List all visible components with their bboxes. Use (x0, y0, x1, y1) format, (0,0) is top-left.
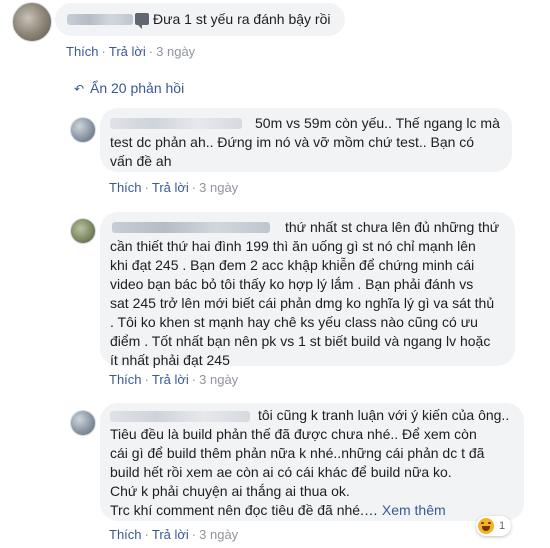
reply-bubble: thứ nhất st chưa lên đủ những thứ cần th… (100, 212, 515, 368)
reply-link[interactable]: Trả lời (109, 44, 146, 59)
reply-text-line: cái gì để build thêm phản nữa k nhé..nhữ… (110, 445, 485, 461)
like-link[interactable]: Thích (109, 527, 142, 542)
redacted-name (112, 222, 270, 233)
reply-link[interactable]: Trả lời (152, 180, 189, 195)
reply-actions: Thích · Trả lời · 3 ngày (109, 527, 239, 542)
hide-replies-link[interactable]: ↶ Ẩn 20 phản hồi (74, 80, 184, 96)
messenger-icon (135, 13, 149, 29)
hide-replies-label: Ẩn 20 phản hồi (90, 80, 185, 96)
like-link[interactable]: Thích (66, 44, 99, 59)
comment-bubble: Đưa 1 st yếu ra đánh bậy rồi (55, 3, 345, 36)
reaction-count: 1 (499, 520, 506, 532)
reply-text-line: Chứ k phải chuyện ai thắng ai thua ok. (110, 483, 350, 499)
reply-text-line: tôi cũng k tranh luận với ý kiến của ông… (258, 407, 510, 423)
reply-link[interactable]: Trả lời (152, 372, 189, 387)
comment-actions: Thích · Trả lời · 3 ngày (66, 44, 196, 59)
like-link[interactable]: Thích (109, 372, 142, 387)
comment-text: Đưa 1 st yếu ra đánh bậy rồi (153, 11, 331, 27)
reply-text-line: Tiêu đều là build phản thế đã được chưa … (110, 426, 477, 442)
see-more-link[interactable]: Xem thêm (382, 502, 446, 518)
redacted-name (110, 118, 242, 129)
like-link[interactable]: Thích (109, 180, 142, 195)
reply-actions: Thích · Trả lời · 3 ngày (109, 180, 239, 195)
timestamp[interactable]: 3 ngày (199, 372, 238, 387)
reply-text-line: vấn đề ah (110, 153, 172, 169)
reply-link[interactable]: Trả lời (152, 527, 189, 542)
timestamp[interactable]: 3 ngày (199, 180, 238, 195)
reply-text-line: ít nhất phải đạt 245 (110, 352, 230, 368)
reply-text-line: cần thiết thứ hai đình 199 thì ăn uống g… (110, 238, 476, 254)
reply-text-line: 50m vs 59m còn yếu.. Thế ngang lc mà (255, 115, 500, 131)
reply-avatar[interactable] (70, 218, 96, 244)
reply-avatar[interactable] (70, 117, 96, 143)
reply-text-line: test dc phản ah.. Đứng im nó và vỡ mồm c… (110, 134, 475, 150)
haha-reaction-icon (478, 518, 494, 534)
reply-bubble: 50m vs 59m còn yếu.. Thế ngang lc mà tes… (100, 108, 512, 172)
reply-text-line: sat 245 trở lên mới biết cái phản dmg ko… (110, 295, 495, 311)
redacted-name (67, 14, 133, 25)
timestamp[interactable]: 3 ngày (156, 44, 195, 59)
reply-avatar[interactable] (70, 410, 96, 436)
timestamp[interactable]: 3 ngày (199, 527, 238, 542)
reply-actions: Thích · Trả lời · 3 ngày (109, 372, 239, 387)
reply-text-line: Trc khí comment nên đọc tiêu đề đã nhé.… (110, 502, 378, 518)
reply-text-line: . Tôi ko khen st mạnh hay chê ks yếu cla… (110, 314, 478, 330)
reply-text-line: khi đạt 245 . Bạn đem 2 acc khập khiễn đ… (110, 257, 475, 273)
reply-text-line: video bạn bác bỏ tôi thấy ko hợp lý lắm … (110, 276, 474, 292)
commenter-avatar[interactable] (12, 2, 52, 42)
reply-arrow-icon: ↶ (74, 82, 85, 96)
reply-text-line: thứ nhất st chưa lên đủ những thứ (285, 219, 500, 235)
reply-text-line: điểm . Tốt nhất bạn nên pk vs 1 st biết … (110, 333, 491, 349)
reaction-badge[interactable]: 1 (476, 516, 512, 536)
reply-text-line: build hết rồi xem ae còn ai có cái khác … (110, 464, 452, 480)
reply-bubble: tôi cũng k tranh luận với ý kiến của ông… (100, 403, 524, 521)
redacted-name (110, 411, 250, 422)
